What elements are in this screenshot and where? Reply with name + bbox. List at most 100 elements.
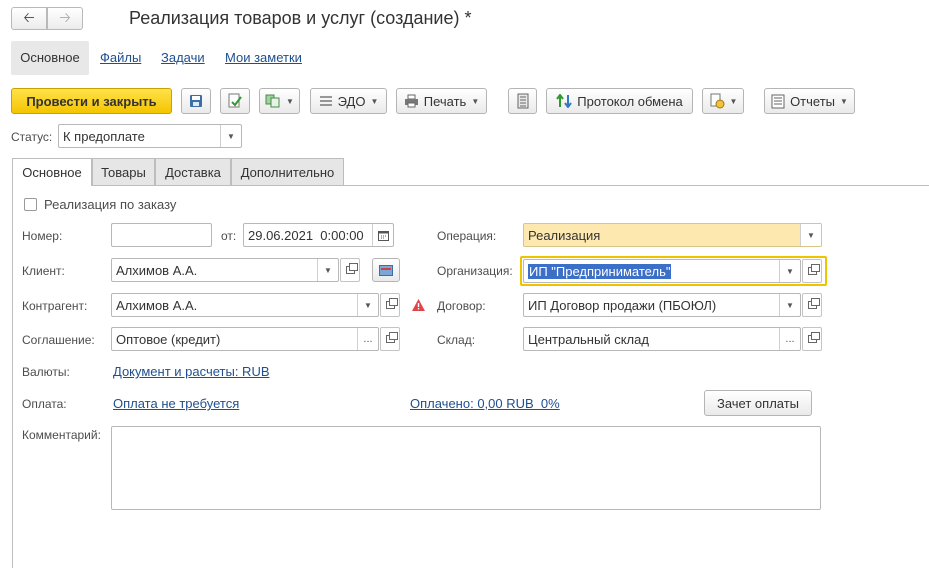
payment-label: Оплата: — [22, 397, 67, 411]
tab-delivery[interactable]: Доставка — [155, 158, 231, 185]
open-window-icon — [807, 264, 820, 275]
counterparty-select[interactable]: Алхимов А.А. ▼ — [111, 293, 379, 317]
organization-open-button[interactable] — [802, 259, 822, 283]
warehouse-open-button[interactable] — [802, 327, 822, 351]
post-document-icon — [228, 93, 242, 108]
client-label: Клиент: — [22, 264, 65, 278]
by-order-checkbox[interactable] — [24, 198, 37, 211]
structure-icon — [517, 93, 528, 109]
tab-main[interactable]: Основное — [12, 158, 92, 186]
exchange-log-label: Протокол обмена — [577, 93, 683, 109]
client-open-button[interactable] — [340, 258, 360, 282]
chevron-down-icon: ▼ — [471, 96, 480, 106]
contract-value: ИП Договор продажи (ПБОЮЛ) — [528, 297, 717, 313]
print-button[interactable]: Печать ▼ — [396, 88, 487, 114]
chevron-down-icon: ▼ — [840, 96, 848, 106]
warehouse-label: Склад: — [437, 333, 476, 347]
post-button[interactable] — [220, 88, 250, 114]
reports-label: Отчеты — [790, 93, 835, 109]
open-window-icon — [385, 332, 398, 343]
currencies-label: Валюты: — [22, 365, 70, 379]
open-window-icon — [807, 298, 820, 309]
warning-icon — [412, 299, 425, 311]
chevron-down-icon[interactable]: ▼ — [317, 259, 338, 281]
chevron-down-icon[interactable]: ▼ — [357, 294, 378, 316]
client-value: Алхимов А.А. — [116, 262, 198, 278]
exchange-log-button[interactable]: Протокол обмена — [546, 88, 693, 114]
payment-offset-label: Зачет оплаты — [716, 395, 800, 411]
comment-label: Комментарий: — [22, 428, 101, 442]
page-title: Реализация товаров и услуг (создание) * — [129, 8, 472, 28]
back-button[interactable]: 🡠 — [11, 7, 47, 30]
arrow-right-icon: 🡢 — [59, 8, 71, 25]
edo-icon — [319, 96, 332, 106]
exchange-arrows-icon — [556, 94, 573, 108]
more-icon[interactable]: ... — [357, 328, 378, 350]
post-and-close-label: Провести и закрыть — [26, 93, 157, 109]
print-label: Печать — [423, 93, 467, 109]
number-label: Номер: — [22, 229, 63, 243]
tab-additional[interactable]: Дополнительно — [231, 158, 344, 185]
nav-notes[interactable]: Мои заметки — [225, 41, 302, 75]
number-input[interactable] — [111, 223, 212, 247]
warehouse-value: Центральный склад — [528, 331, 649, 347]
chevron-down-icon[interactable]: ▼ — [779, 260, 800, 282]
open-window-icon — [807, 332, 820, 343]
more-icon[interactable]: ... — [779, 328, 800, 350]
agreement-label: Соглашение: — [22, 333, 95, 347]
document-clock-icon — [710, 93, 725, 109]
warehouse-select[interactable]: Центральный склад ... — [523, 327, 801, 351]
chevron-down-icon: ▼ — [286, 96, 294, 106]
status-select[interactable]: К предоплате ▼ — [58, 124, 242, 148]
counterparty-value: Алхимов А.А. — [116, 297, 198, 313]
tab-panel-border — [12, 185, 13, 568]
nav-tasks[interactable]: Задачи — [161, 41, 205, 75]
client-select[interactable]: Алхимов А.А. ▼ — [111, 258, 339, 282]
save-button[interactable] — [181, 88, 211, 114]
chevron-down-icon[interactable]: ▼ — [800, 224, 821, 246]
payment-offset-button[interactable]: Зачет оплаты — [704, 390, 812, 416]
post-and-close-button[interactable]: Провести и закрыть — [11, 88, 172, 114]
forward-button[interactable]: 🡢 — [47, 7, 83, 30]
attachments-button[interactable]: ▼ — [702, 88, 744, 114]
document-structure-button[interactable] — [508, 88, 537, 114]
chevron-down-icon[interactable]: ▼ — [779, 294, 800, 316]
organization-value-wrap: ИП "Предприниматель" — [524, 263, 779, 279]
nav-main[interactable]: Основное — [11, 41, 89, 75]
agreement-select[interactable]: Оптовое (кредит) ... — [111, 327, 379, 351]
create-based-icon — [265, 94, 280, 108]
operation-label: Операция: — [437, 229, 497, 243]
date-value: 29.06.2021 0:00:00 — [248, 227, 364, 243]
tab-goods[interactable]: Товары — [92, 158, 155, 185]
edo-button[interactable]: ЭДО ▼ — [310, 88, 387, 114]
arrow-left-icon: 🡠 — [23, 8, 35, 25]
by-order-label: Реализация по заказу — [44, 197, 177, 212]
save-icon — [190, 95, 202, 107]
calendar-icon[interactable] — [372, 224, 393, 246]
client-card-icon — [379, 264, 393, 276]
date-label: от: — [221, 229, 237, 243]
operation-value: Реализация — [528, 227, 601, 243]
create-based-on-button[interactable]: ▼ — [259, 88, 300, 114]
operation-select[interactable]: Реализация ▼ — [523, 223, 822, 247]
reports-button[interactable]: Отчеты ▼ — [764, 88, 855, 114]
date-input[interactable]: 29.06.2021 0:00:00 — [243, 223, 394, 247]
tab-line — [92, 185, 929, 186]
printer-icon — [404, 94, 418, 108]
contract-select[interactable]: ИП Договор продажи (ПБОЮЛ) ▼ — [523, 293, 801, 317]
open-window-icon — [345, 263, 358, 274]
open-window-icon — [385, 298, 398, 309]
counterparty-open-button[interactable] — [380, 293, 400, 317]
organization-select[interactable]: ИП "Предприниматель" ▼ — [523, 259, 801, 283]
organization-label: Организация: — [437, 264, 513, 278]
paid-link[interactable]: Оплачено: 0,00 RUB 0% — [410, 396, 560, 411]
comment-textarea[interactable] — [111, 426, 821, 510]
nav-files[interactable]: Файлы — [100, 41, 141, 75]
chevron-down-icon[interactable]: ▼ — [220, 125, 241, 147]
payment-link[interactable]: Оплата не требуется — [113, 396, 239, 411]
client-card-button[interactable] — [372, 258, 400, 282]
agreement-open-button[interactable] — [380, 327, 400, 351]
contract-open-button[interactable] — [802, 293, 822, 317]
currencies-link[interactable]: Документ и расчеты: RUB — [113, 364, 270, 379]
agreement-value: Оптовое (кредит) — [116, 331, 221, 347]
